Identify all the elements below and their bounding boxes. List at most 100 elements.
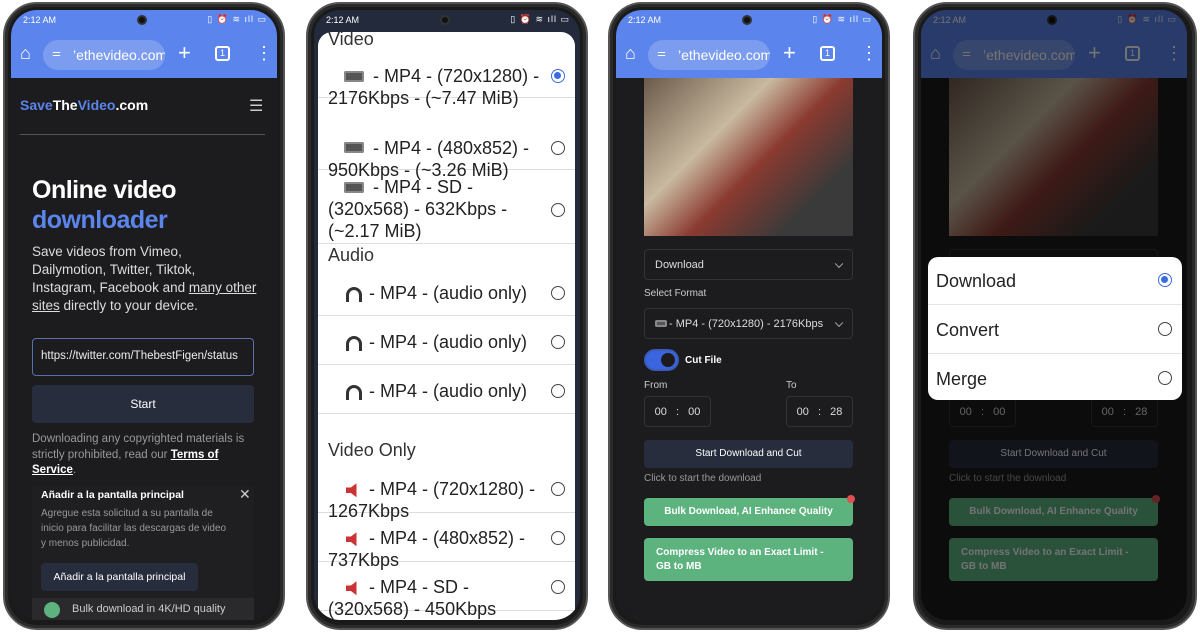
bulk-download-button[interactable]: Bulk Download, AI Enhance Quality	[644, 498, 853, 526]
camera-cutout	[742, 15, 752, 25]
address-bar[interactable]: ⚌’ethevideo.com	[648, 40, 770, 70]
format-label: Select Format	[644, 288, 707, 299]
disclaimer: Downloading any copyrighted materials is…	[32, 433, 245, 476]
start-button[interactable]: Start	[32, 385, 254, 423]
mode-option-merge[interactable]: Merge	[928, 354, 1182, 400]
camera-cutout	[440, 15, 450, 25]
format-option[interactable]: - MP4 - (audio only)	[318, 270, 575, 316]
site-settings-icon[interactable]: ⚌	[52, 48, 61, 59]
camera-cutout	[137, 15, 147, 25]
hint-text: Click to start the download	[644, 473, 762, 484]
kebab-icon[interactable]: ⋮	[860, 43, 878, 64]
start-download-cut-button[interactable]: Start Download and Cut	[644, 440, 853, 468]
format-option[interactable]: - MP4 - SD - (320x568) - 450Kbps	[318, 563, 575, 619]
mode-option-download[interactable]: Download	[928, 257, 1182, 305]
option-label: Convert	[936, 320, 1000, 340]
radio-button[interactable]	[551, 384, 565, 398]
format-option[interactable]: - MP4 - (audio only)	[318, 368, 575, 414]
vhs-icon	[655, 320, 667, 327]
screen-options: 2:12 AM ▯ ⏰ ≋ ıll ▭ ⌂ ⚌’ethevideo.com + 1…	[616, 10, 882, 620]
format-select[interactable]: - MP4 - (720x1280) - 2176Kbps	[644, 308, 853, 339]
chrome-toolbar: ⌂ ⚌’ethevideo.com + 1 ⋮	[616, 32, 882, 78]
plus-icon[interactable]: +	[783, 40, 796, 66]
format-label: - MP4 - (audio only)	[364, 332, 528, 352]
card-body: Agregue esta solicitud a su pantalla de …	[41, 508, 227, 549]
from-time-input[interactable]: 00 : 00	[644, 396, 711, 427]
bulk-teaser: Bulk download in 4K/HD quality	[72, 603, 226, 615]
radio-button[interactable]	[551, 286, 565, 300]
home-icon[interactable]: ⌂	[625, 43, 636, 64]
description: Save videos from Vimeo, Dailymotion, Twi…	[32, 244, 257, 313]
mode-select[interactable]: Download	[644, 249, 853, 280]
add-to-home-button[interactable]: Añadir a la pantalla principal	[41, 563, 198, 591]
add-to-home-card: Añadir a la pantalla principal ✕ Agregue…	[32, 486, 254, 620]
mode-option-convert[interactable]: Convert	[928, 305, 1182, 354]
radio-button[interactable]	[551, 202, 565, 217]
to-label: To	[786, 380, 797, 391]
hamburger-menu-icon[interactable]: ☰	[249, 96, 263, 116]
format-label: - MP4 - (audio only)	[364, 283, 528, 303]
bulk-teaser-row[interactable]: Bulk download in 4K/HD quality	[32, 598, 254, 620]
format-label: - MP4 - (audio only)	[364, 381, 528, 401]
radio-button[interactable]	[1158, 322, 1172, 336]
radio-button[interactable]	[1158, 371, 1172, 385]
notification-dot	[847, 495, 855, 503]
video-thumbnail[interactable]	[644, 78, 853, 236]
option-label: Merge	[936, 369, 988, 389]
status-time: 2:12 AM	[23, 15, 57, 25]
radio-button[interactable]	[551, 140, 565, 155]
format-sheet: Video - MP4 - (720x1280) - 2176Kbps - (~…	[318, 29, 575, 620]
status-icons: ▯ ⏰ ≋ ıll ▭	[207, 14, 267, 24]
close-icon[interactable]: ✕	[239, 486, 251, 503]
chrome-toolbar: ⌂ ⚌ ’ethevideo.com + 1 ⋮	[11, 32, 277, 78]
headphones-icon	[346, 384, 362, 400]
compress-video-button[interactable]: Compress Video to an Exact Limit - GB to…	[644, 538, 853, 581]
site-logo[interactable]: SaveTheVideo.com	[20, 97, 148, 113]
check-icon	[44, 602, 60, 618]
divider	[20, 134, 265, 135]
url-text: ’ethevideo.com	[73, 47, 165, 63]
radio-button[interactable]	[551, 335, 565, 349]
radio-button[interactable]	[551, 482, 565, 496]
screen-home: 2:12 AM ▯ ⏰ ≋ ıll ▭ ⌂ ⚌ ’ethevideo.com + 1…	[11, 10, 277, 620]
section-heading: Video Only	[328, 440, 416, 460]
section-heading: Video	[328, 29, 374, 49]
to-time-input[interactable]: 00 : 28	[786, 396, 853, 427]
chevron-down-icon	[834, 259, 844, 268]
format-option[interactable]: - MP4 - (audio only)	[318, 319, 575, 365]
format-option[interactable]: - MP4 - SD - (320x568) - 632Kbps - (~2.1…	[318, 175, 575, 244]
muted-speaker-icon	[346, 581, 357, 596]
format-option[interactable]: - MP4 - (720x1280) - 1267Kbps	[318, 465, 575, 521]
screen-mode-popup: 2:12 AM▯ ⏰ ≋ ıll ▭ ⌂ ⚌’ethevideo.com + 1…	[921, 10, 1187, 620]
radio-button[interactable]	[1158, 273, 1172, 287]
card-title: Añadir a la pantalla principal	[41, 489, 184, 501]
from-label: From	[644, 380, 668, 391]
format-option[interactable]: - MP4 - (720x1280) - 2176Kbps - (~7.47 M…	[318, 54, 575, 108]
radio-button[interactable]	[551, 531, 565, 545]
format-label: - MP4 - SD - (320x568) - 450Kbps	[328, 577, 497, 619]
headphones-icon	[346, 286, 362, 302]
vhs-icon	[344, 70, 364, 82]
format-option[interactable]: - MP4 - (480x852) - 950Kbps - (~3.26 MiB…	[318, 125, 575, 180]
screen-format-list: 2:12 AM ▯ ⏰ ≋ ıll ▭ Video - MP4 - (720x12…	[314, 10, 580, 620]
url-input[interactable]: https://twitter.com/ThebestFigen/status	[32, 338, 254, 376]
kebab-icon[interactable]: ⋮	[255, 43, 273, 64]
page-title: Online video downloader	[32, 176, 177, 234]
tab-switcher[interactable]: 1	[215, 46, 230, 61]
headphones-icon	[346, 335, 362, 351]
muted-speaker-icon	[346, 483, 357, 498]
mode-popup: Download Convert Merge	[928, 257, 1182, 400]
cut-file-label: Cut File	[685, 355, 722, 366]
tab-switcher[interactable]: 1	[820, 46, 835, 61]
cut-file-toggle[interactable]	[644, 349, 679, 371]
radio-button[interactable]	[551, 580, 565, 594]
home-icon[interactable]: ⌂	[20, 43, 31, 64]
radio-button[interactable]	[551, 69, 565, 83]
muted-speaker-icon	[346, 532, 357, 547]
plus-icon[interactable]: +	[178, 40, 191, 66]
address-bar[interactable]: ⚌ ’ethevideo.com	[43, 40, 165, 70]
section-heading: Audio	[328, 245, 375, 265]
vhs-icon	[344, 181, 364, 193]
vhs-icon	[344, 142, 364, 154]
format-option[interactable]: - MP4 - (480x852) - 737Kbps	[318, 514, 575, 570]
